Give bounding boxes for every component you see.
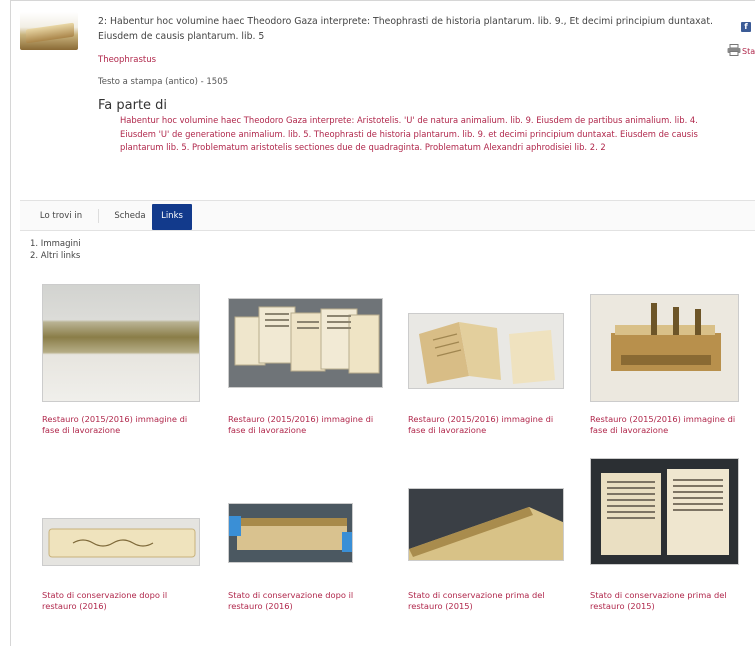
book-spine: [26, 22, 74, 44]
open-book-photo: [591, 459, 738, 564]
list-item-altri-links[interactable]: 2. Altri links: [30, 250, 81, 262]
gallery-image-8[interactable]: [590, 458, 739, 565]
part-of-link[interactable]: Habentur hoc volumine haec Theodoro Gaza…: [120, 114, 712, 155]
record-header: 2: Habentur hoc volumine haec Theodoro G…: [0, 0, 755, 200]
gallery-image-6[interactable]: [228, 503, 353, 563]
book-edge-photo: [409, 489, 563, 560]
gallery-caption-2[interactable]: Restauro (2015/2016) immagine di fase di…: [228, 414, 388, 435]
facebook-share-icon[interactable]: f: [741, 22, 751, 32]
book-thumbnail[interactable]: [20, 12, 78, 50]
pages-photo: [229, 299, 382, 387]
binding-photo: [591, 295, 738, 401]
record-author-link[interactable]: Theophrastus: [98, 55, 156, 65]
gallery-image-1[interactable]: [42, 284, 200, 402]
spine-photo: [43, 519, 199, 565]
gallery-caption-7[interactable]: Stato di conservazione prima del restaur…: [408, 590, 568, 611]
gallery-caption-1[interactable]: Restauro (2015/2016) immagine di fase di…: [42, 414, 202, 435]
record-tabs: Lo trovi in Scheda Links: [20, 200, 755, 231]
gallery-image-3[interactable]: [408, 313, 564, 389]
tab-links[interactable]: Links: [152, 204, 192, 230]
links-list: 1. Immagini 2. Altri links: [30, 238, 81, 262]
gallery-caption-8[interactable]: Stato di conservazione prima del restaur…: [590, 590, 750, 611]
part-of-heading: Fa parte di: [98, 98, 168, 113]
gallery-caption-6[interactable]: Stato di conservazione dopo il restauro …: [228, 590, 388, 611]
gallery-caption-4[interactable]: Restauro (2015/2016) immagine di fase di…: [590, 414, 750, 435]
gallery-caption-3[interactable]: Restauro (2015/2016) immagine di fase di…: [408, 414, 568, 435]
gallery-image-7[interactable]: [408, 488, 564, 561]
gallery-image-5[interactable]: [42, 518, 200, 566]
open-pages-photo: [409, 314, 563, 388]
record-type-date: Testo a stampa (antico) - 1505: [98, 77, 229, 87]
gallery-caption-5[interactable]: Stato di conservazione dopo il restauro …: [42, 590, 202, 611]
edge-photo: [229, 504, 352, 562]
tab-lo-trovi-in[interactable]: Lo trovi in: [22, 204, 100, 230]
record-title[interactable]: 2: Habentur hoc volumine haec Theodoro G…: [98, 14, 718, 44]
gallery-image-4[interactable]: [590, 294, 739, 402]
print-label[interactable]: Sta: [742, 47, 755, 56]
gallery-image-2[interactable]: [228, 298, 383, 388]
print-icon[interactable]: [727, 44, 741, 56]
tab-divider: [98, 209, 99, 223]
tab-scheda[interactable]: Scheda: [106, 204, 154, 230]
list-item-immagini[interactable]: 1. Immagini: [30, 238, 81, 250]
